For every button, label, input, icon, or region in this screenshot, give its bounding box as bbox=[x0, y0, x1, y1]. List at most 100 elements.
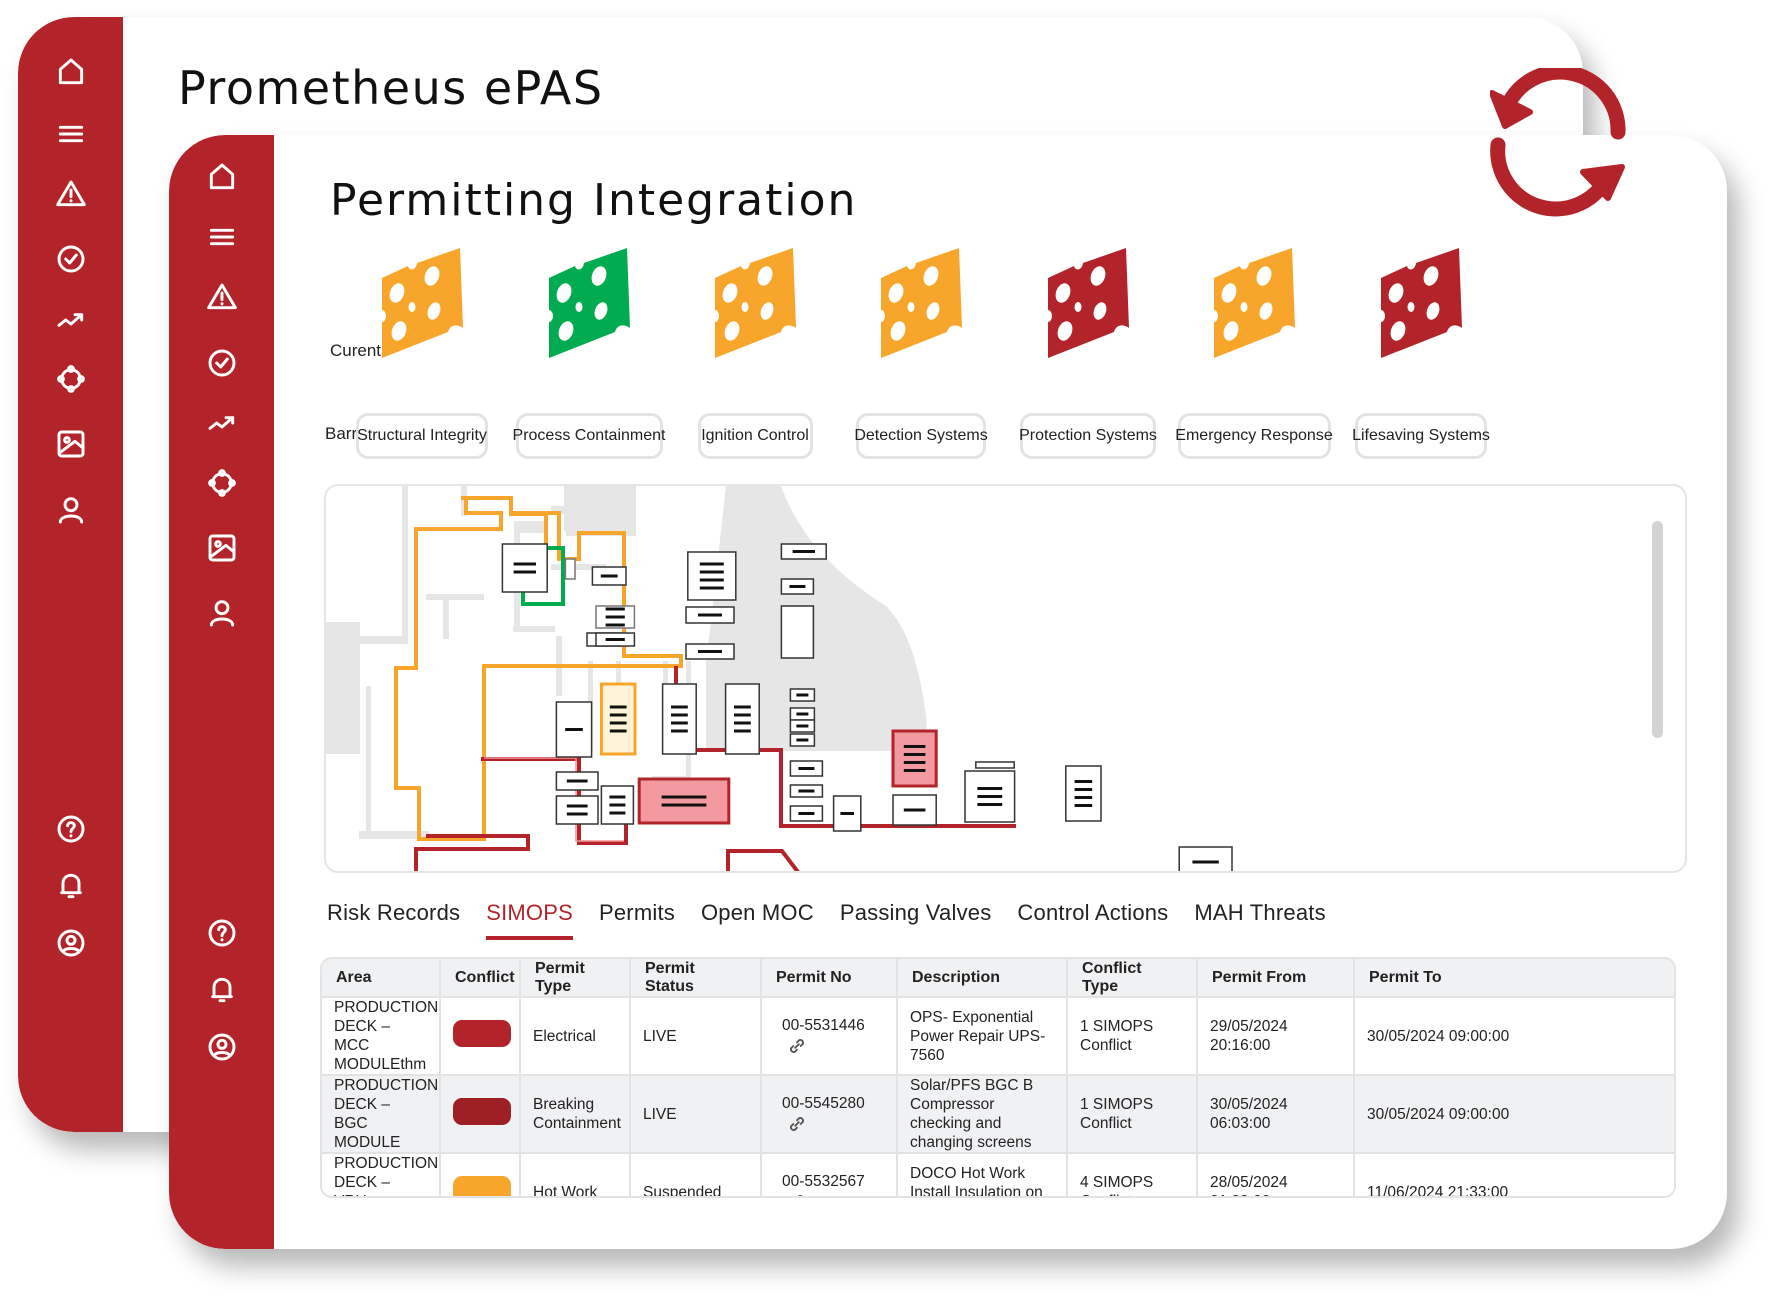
network-icon[interactable] bbox=[205, 466, 239, 500]
user-icon[interactable] bbox=[54, 493, 88, 527]
zone-outline-red bbox=[414, 834, 530, 871]
help-icon[interactable] bbox=[205, 916, 239, 950]
account-icon[interactable] bbox=[205, 1030, 239, 1064]
barrier-pill[interactable]: Detection Systems bbox=[854, 413, 988, 459]
column-header[interactable]: Permit Type bbox=[520, 959, 631, 998]
warning-icon[interactable] bbox=[54, 177, 88, 211]
equipment-label-mark bbox=[671, 729, 688, 733]
bell-icon[interactable] bbox=[205, 973, 239, 1007]
bell-icon[interactable] bbox=[54, 869, 88, 903]
check-circle-icon[interactable] bbox=[205, 346, 239, 380]
account-icon[interactable] bbox=[54, 926, 88, 960]
column-header[interactable]: Permit Status bbox=[630, 959, 762, 998]
trending-up-icon[interactable] bbox=[205, 406, 239, 440]
column-header[interactable]: Conflict Type bbox=[1067, 959, 1198, 998]
barrier-pill[interactable]: Ignition Control bbox=[697, 413, 813, 459]
equipment-label-mark bbox=[605, 623, 625, 627]
permit-from-cell: 28/05/2024 21:33:00 bbox=[1197, 1153, 1355, 1196]
barrier-pill[interactable]: Emergency Response bbox=[1175, 413, 1333, 459]
trending-up-icon[interactable] bbox=[54, 303, 88, 337]
menu-icon[interactable] bbox=[205, 220, 239, 254]
column-header[interactable]: Area bbox=[322, 959, 441, 998]
tab-open-moc[interactable]: Open MOC bbox=[701, 900, 814, 940]
tab-control-actions[interactable]: Control Actions bbox=[1017, 900, 1168, 940]
equipment-box bbox=[564, 558, 576, 580]
permit-no-cell: 00-5532567 bbox=[761, 1153, 898, 1196]
barrier-status-cheese-icon bbox=[547, 248, 630, 358]
column-header[interactable]: Description bbox=[897, 959, 1068, 998]
link-icon[interactable] bbox=[786, 1113, 808, 1135]
zone-outline-red bbox=[726, 849, 800, 871]
tab-mah-threats[interactable]: MAH Threats bbox=[1194, 900, 1325, 940]
permit-type-cell: Breaking Containment bbox=[520, 1075, 631, 1154]
equipment-label-mark bbox=[903, 761, 926, 764]
equipment-label-mark bbox=[513, 570, 536, 574]
table-row[interactable]: PRODUCTION DECK – VRU MODULE Hot WorkSusp… bbox=[322, 1153, 1674, 1198]
tab-simops[interactable]: SIMOPS bbox=[486, 900, 573, 940]
equipment-box bbox=[599, 682, 637, 756]
column-header[interactable]: Permit From bbox=[1197, 959, 1355, 998]
equipment-label-mark bbox=[565, 728, 583, 731]
equipment-label-mark bbox=[1074, 788, 1093, 791]
home-icon[interactable] bbox=[54, 55, 88, 89]
check-circle-icon[interactable] bbox=[54, 242, 88, 276]
equipment-label-mark bbox=[977, 803, 1003, 806]
image-icon[interactable] bbox=[205, 531, 239, 565]
sync-icon[interactable] bbox=[1490, 68, 1640, 218]
permit-no-cell: 00-5545280 bbox=[761, 1075, 898, 1154]
equipment-box bbox=[501, 543, 548, 593]
description-cell: DOCO Hot Work Install Insulation on Heat… bbox=[897, 1153, 1068, 1196]
home-icon[interactable] bbox=[205, 160, 239, 194]
description-cell: OPS- Exponential Power Repair UPS-7560 bbox=[897, 997, 1068, 1076]
equipment-label-mark bbox=[661, 803, 707, 807]
link-icon[interactable] bbox=[786, 1191, 808, 1196]
tab-permits[interactable]: Permits bbox=[599, 900, 675, 940]
column-header[interactable]: Permit To bbox=[1354, 959, 1674, 998]
user-icon[interactable] bbox=[205, 596, 239, 630]
barrier-pill[interactable]: Lifesaving Systems bbox=[1352, 413, 1490, 459]
barrier-status-cheese-icon bbox=[380, 248, 463, 358]
equipment-box bbox=[555, 795, 599, 825]
barrier-pill[interactable]: Process Containment bbox=[513, 413, 665, 459]
equipment-label-mark bbox=[609, 729, 627, 733]
current-row-label: Curent bbox=[330, 341, 382, 360]
help-icon[interactable] bbox=[54, 812, 88, 846]
column-header[interactable]: Conflict bbox=[440, 959, 521, 998]
site-map[interactable] bbox=[324, 484, 1687, 873]
network-icon[interactable] bbox=[54, 362, 88, 396]
app-title: Prometheus ePAS bbox=[178, 61, 604, 115]
equipment-label-mark bbox=[513, 562, 536, 566]
permit-no-cell: 00-5531446 bbox=[761, 997, 898, 1076]
barrier-pill[interactable]: Structural Integrity bbox=[356, 413, 488, 459]
permit-status-cell: Suspended bbox=[630, 1153, 762, 1196]
link-icon[interactable] bbox=[786, 1035, 808, 1057]
area-cell: PRODUCTION DECK – VRU MODULE bbox=[322, 1153, 441, 1196]
equipment-label-mark bbox=[600, 574, 618, 578]
site-map-drawing bbox=[326, 486, 1233, 871]
equipment-label-mark bbox=[734, 729, 751, 733]
conflict-indicator bbox=[453, 1098, 511, 1125]
permit-to-cell: 30/05/2024 09:00:00 bbox=[1354, 1075, 1674, 1154]
conflict-cell bbox=[440, 997, 521, 1076]
equipment-label-mark bbox=[734, 705, 751, 709]
equipment-label-mark bbox=[796, 712, 809, 716]
tab-passing-valves[interactable]: Passing Valves bbox=[840, 900, 992, 940]
table-row[interactable]: PRODUCTION DECK – BGC MODULE Breaking Con… bbox=[322, 1075, 1674, 1154]
equipment-label-mark bbox=[796, 724, 809, 728]
barrier-pill[interactable]: Protection Systems bbox=[1019, 413, 1157, 459]
equipment-label-mark bbox=[661, 795, 707, 799]
permit-from-cell: 29/05/2024 20:16:00 bbox=[1197, 997, 1355, 1076]
table-row[interactable]: PRODUCTION DECK – MCC MODULEthm Electrica… bbox=[322, 997, 1674, 1076]
table-header-row: Area Conflict Permit Type Permit Status Perm… bbox=[322, 959, 1674, 998]
permit-number: 00-5531446 bbox=[782, 1016, 865, 1034]
tab-risk-records[interactable]: Risk Records bbox=[327, 900, 460, 940]
map-scrollbar[interactable] bbox=[1652, 521, 1663, 738]
permit-status-cell: LIVE bbox=[630, 997, 762, 1076]
equipment-label-mark bbox=[671, 713, 688, 717]
warning-icon[interactable] bbox=[205, 280, 239, 314]
front-sidebar bbox=[169, 135, 274, 1249]
menu-icon[interactable] bbox=[54, 117, 88, 151]
image-icon[interactable] bbox=[54, 427, 88, 461]
permit-to-cell: 11/06/2024 21:33:00 bbox=[1367, 1183, 1509, 1198]
column-header[interactable]: Permit No bbox=[761, 959, 898, 998]
